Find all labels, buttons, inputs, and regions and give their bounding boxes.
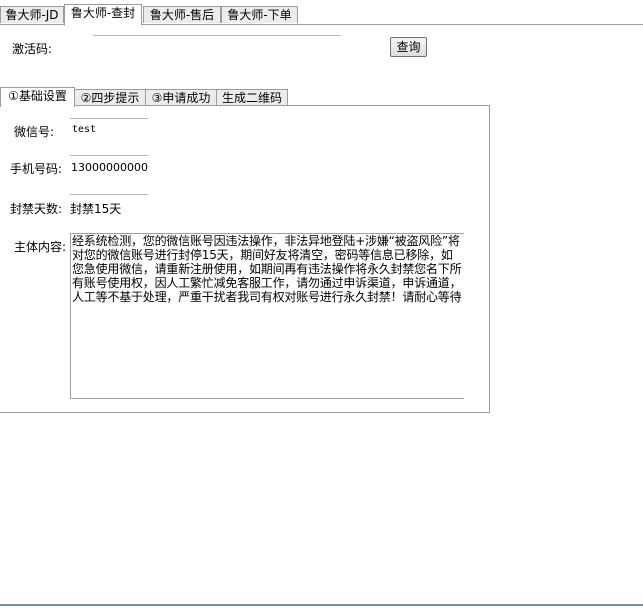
main-tab-bar: 鲁大师-JD 鲁大师-查封 鲁大师-售后 鲁大师-下单 <box>0 4 643 26</box>
wechat-id-field[interactable]: test <box>72 124 96 135</box>
phone-label: 手机号码: <box>10 162 63 176</box>
ban-days-field-border <box>70 194 148 195</box>
ban-days-label: 封禁天数: <box>10 202 63 216</box>
tab-shouhou[interactable]: 鲁大师-售后 <box>143 6 221 23</box>
query-button[interactable]: 查询 <box>390 37 427 57</box>
phone-field-border <box>70 155 148 156</box>
tab-apply-success[interactable]: ③申请成功 <box>145 89 217 106</box>
ban-days-field[interactable]: 封禁15天 <box>70 200 121 217</box>
tab-xiadan[interactable]: 鲁大师-下单 <box>221 6 298 23</box>
main-content-label: 主体内容: <box>14 240 67 254</box>
tab-four-step-tips[interactable]: ②四步提示 <box>74 89 146 106</box>
tab-jd[interactable]: 鲁大师-JD <box>0 6 64 23</box>
wechat-id-field-border <box>70 118 148 119</box>
main-content-textarea[interactable]: 经系统检测，您的微信账号因违法操作，非法异地登陆+涉嫌“被盗风险”将对您的微信账… <box>70 233 464 399</box>
activation-code-input[interactable] <box>93 35 341 58</box>
tab-basic-settings[interactable]: ①基础设置 <box>0 87 75 107</box>
phone-field[interactable]: 13000000000 <box>71 161 148 174</box>
wechat-id-label: 微信号: <box>14 125 55 139</box>
activation-code-label: 激活码: <box>12 42 53 56</box>
window-bottom-border <box>0 604 643 606</box>
tab-chafeng[interactable]: 鲁大师-查封 <box>64 4 142 26</box>
tab-generate-qrcode[interactable]: 生成二维码 <box>216 89 288 106</box>
